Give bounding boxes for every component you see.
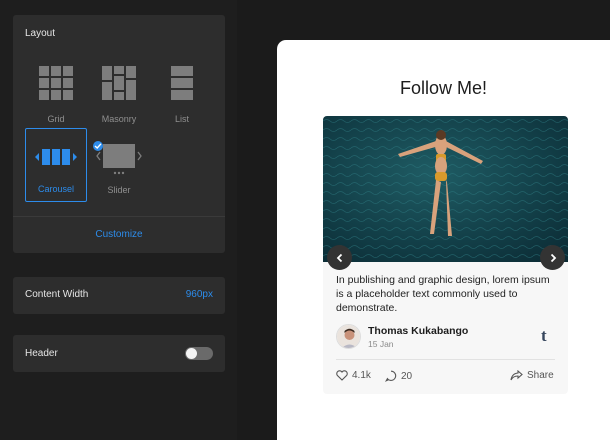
layout-option-grid[interactable]: Grid xyxy=(25,57,87,131)
layout-option-list[interactable]: List xyxy=(151,57,213,131)
layout-section: Layout Grid Masonry List Carousel Slider… xyxy=(13,15,225,253)
customize-link[interactable]: Customize xyxy=(13,229,225,240)
header-toggle[interactable] xyxy=(185,347,213,360)
tumblr-icon[interactable]: t xyxy=(541,326,547,346)
list-icon xyxy=(171,66,193,100)
layout-option-label: Slider xyxy=(107,185,131,195)
heart-icon xyxy=(336,370,348,381)
likes-count: 4.1k xyxy=(352,370,371,381)
post-text: In publishing and graphic design, lorem … xyxy=(336,274,550,314)
share-label: Share xyxy=(527,370,554,381)
header-row: Header xyxy=(13,335,225,372)
layout-option-slider[interactable]: Slider xyxy=(88,128,150,202)
author-name[interactable]: Thomas Kukabango xyxy=(368,325,468,337)
carousel-prev-button[interactable] xyxy=(327,245,352,270)
widget-preview: Follow Me! In publishing and graphic des… xyxy=(277,40,610,440)
share-button[interactable]: Share xyxy=(510,370,554,381)
comments-button[interactable]: 20 xyxy=(385,370,412,382)
post-divider xyxy=(336,359,555,360)
layout-option-label: Masonry xyxy=(101,114,137,124)
likes-button[interactable]: 4.1k xyxy=(336,370,371,381)
content-width-label: Content Width xyxy=(25,289,89,300)
layout-option-masonry[interactable]: Masonry xyxy=(88,57,150,131)
comment-icon xyxy=(385,370,397,382)
carousel-icon xyxy=(35,149,77,165)
chevron-left-icon xyxy=(336,253,342,262)
masonry-icon xyxy=(102,66,136,100)
chevron-right-icon xyxy=(550,253,556,262)
comments-count: 20 xyxy=(401,370,413,382)
content-width-row[interactable]: Content Width 960px xyxy=(13,277,225,314)
layout-section-title: Layout xyxy=(25,28,56,39)
section-divider xyxy=(13,216,225,217)
avatar xyxy=(336,324,361,349)
layout-option-label: Carousel xyxy=(37,184,75,194)
content-width-value[interactable]: 960px xyxy=(186,289,213,300)
share-icon xyxy=(510,370,523,381)
header-label: Header xyxy=(25,348,58,359)
carousel-next-button[interactable] xyxy=(540,245,565,270)
carousel-post-card[interactable]: In publishing and graphic design, lorem … xyxy=(323,116,568,394)
post-date: 15 Jan xyxy=(368,339,394,349)
layout-option-label: List xyxy=(174,114,189,124)
layout-option-label: Grid xyxy=(47,114,65,124)
slider-icon xyxy=(96,144,142,175)
grid-icon xyxy=(39,66,73,100)
toggle-knob xyxy=(186,348,197,359)
layout-option-carousel[interactable]: Carousel xyxy=(25,128,87,202)
settings-panel: Layout Grid Masonry List Carousel Slider… xyxy=(0,0,237,440)
post-image xyxy=(323,116,568,262)
preview-title: Follow Me! xyxy=(399,78,488,98)
